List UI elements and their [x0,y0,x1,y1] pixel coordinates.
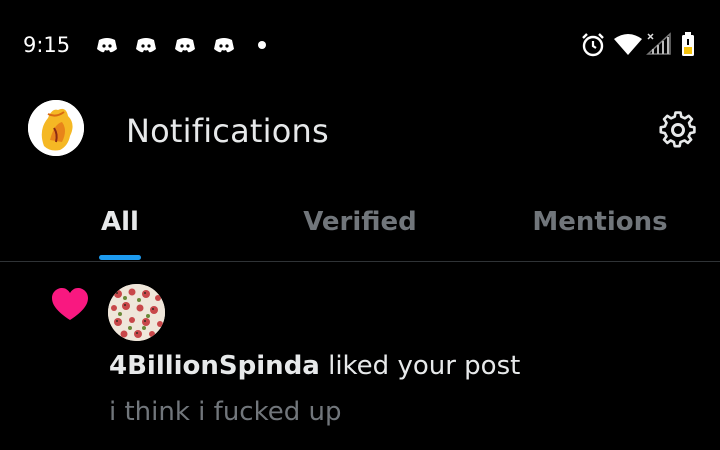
cell-signal-icon [646,32,671,55]
battery-icon [682,32,694,56]
user-avatar-image [108,284,165,341]
status-time: 9:15 [23,33,71,57]
page-title: Notifications [126,112,329,150]
profile-avatar[interactable] [28,100,84,156]
status-bar: 9:15 [0,0,720,92]
gear-icon[interactable] [656,108,700,152]
wifi-icon [614,34,642,55]
discord-icon [175,38,195,53]
notification-action: liked your post [319,351,521,381]
more-notifications-dot-icon [258,41,266,49]
alarm-icon [582,33,604,57]
discord-icon [136,38,156,53]
tab-mentions[interactable]: Mentions [480,190,720,262]
tab-all[interactable]: All [0,190,240,262]
discord-icon [214,38,234,53]
active-tab-indicator [99,255,141,260]
heart-icon [52,288,88,320]
notification-post-preview: i think i fucked up [109,397,342,427]
notification-tabs: All Verified Mentions [0,190,720,262]
notification-text: 4BillionSpinda liked your post [109,351,520,381]
discord-icon [97,38,117,53]
profile-avatar-image [28,100,84,156]
tab-verified[interactable]: Verified [240,190,480,262]
user-avatar[interactable] [108,284,165,341]
notification-username[interactable]: 4BillionSpinda [109,351,320,381]
